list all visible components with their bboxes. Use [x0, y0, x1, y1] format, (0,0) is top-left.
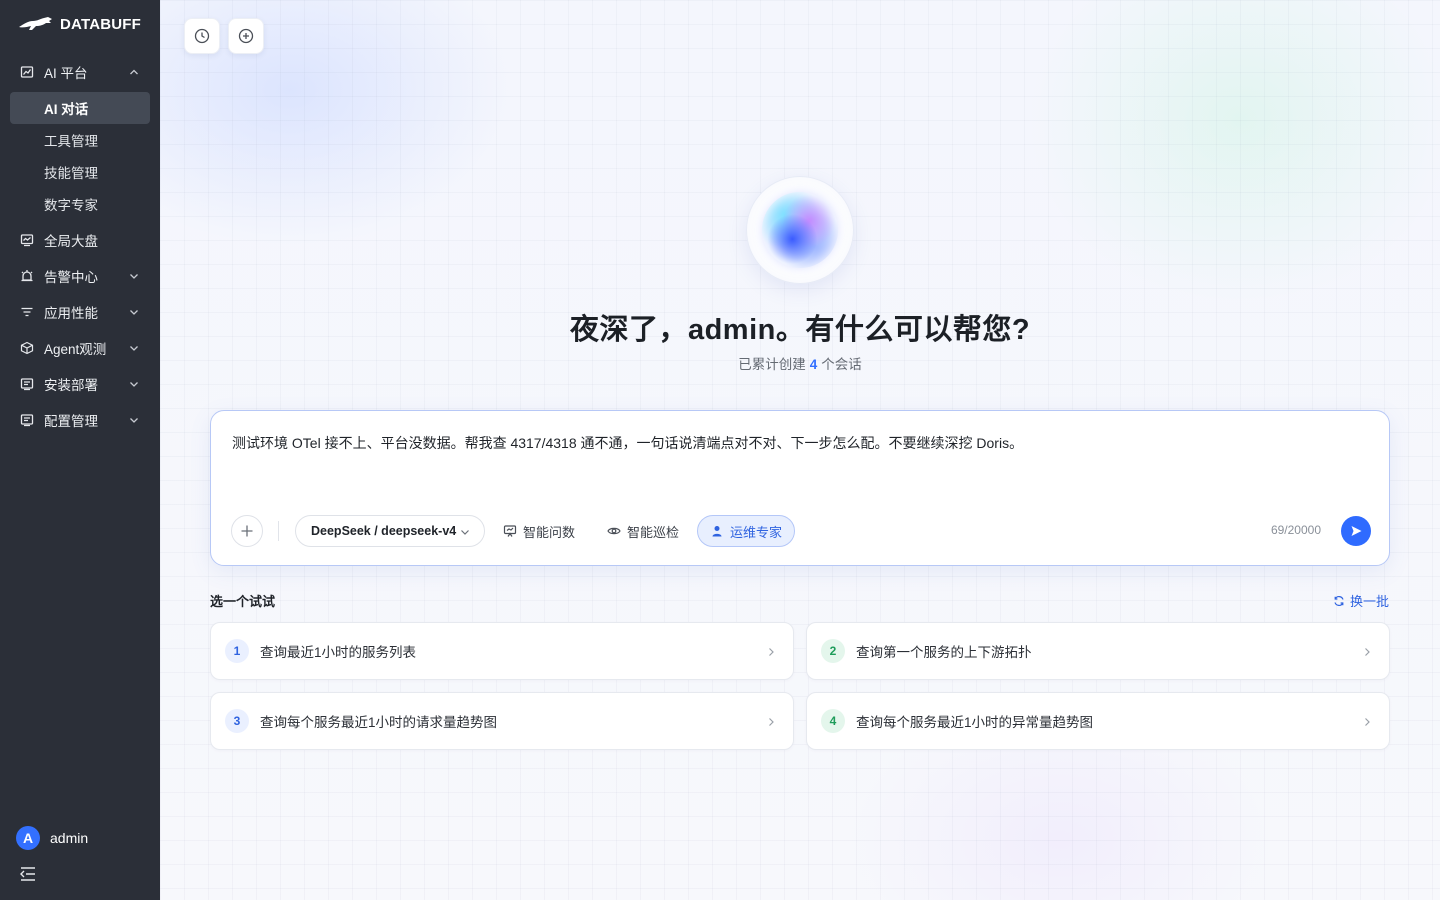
refresh-label: 换一批 — [1349, 594, 1389, 609]
nav-group-label: 应用性能 — [44, 306, 98, 321]
chip-smart-inspection[interactable]: 智能巡检 — [595, 515, 691, 547]
sidebar-item-label: 数字专家 — [44, 198, 98, 213]
eye-icon — [607, 524, 621, 538]
plus-circle-icon — [238, 28, 254, 44]
clock-icon — [194, 28, 210, 44]
panther-logo-icon — [19, 17, 52, 30]
sidebar: DATABUFF AI 平台 AI 对话 工具管理 技能管理 数字专家 全局大盘… — [0, 0, 160, 900]
nav-group-label: 配置管理 — [44, 414, 98, 429]
suggestion-text: 查询每个服务最近1小时的异常量趋势图 — [856, 715, 1094, 730]
chevron-down-icon — [130, 418, 138, 423]
ai-orb-core — [762, 192, 838, 268]
sidebar-item-label: AI 对话 — [44, 102, 89, 117]
suggestion-number: 2 — [821, 639, 845, 663]
send-icon — [1351, 526, 1362, 536]
nav-group-agent-observe[interactable]: Agent观测 — [0, 330, 160, 366]
sidebar-item-ai-chat[interactable]: AI 对话 — [10, 92, 150, 124]
nav-group-global-dashboard[interactable]: 全局大盘 — [0, 222, 160, 258]
session-count-suffix: 个会话 — [821, 357, 862, 372]
user-icon — [710, 524, 724, 538]
session-count-prefix: 已累计创建 — [738, 357, 806, 372]
chevron-right-icon — [1365, 718, 1370, 726]
sidebar-item-label: 工具管理 — [44, 134, 98, 149]
nav-group-app-performance[interactable]: 应用性能 — [0, 294, 160, 330]
model-select-value: DeepSeek / deepseek-v4 — [311, 524, 457, 538]
suggestion-number: 3 — [225, 709, 249, 733]
doc-list-icon — [20, 377, 34, 391]
suggestion-card-4[interactable]: 4 查询每个服务最近1小时的异常量趋势图 — [806, 692, 1390, 750]
suggestion-card-3[interactable]: 3 查询每个服务最近1小时的请求量趋势图 — [210, 692, 794, 750]
ai-orb — [746, 176, 854, 284]
history-button[interactable] — [184, 18, 220, 54]
nav-group-config[interactable]: 配置管理 — [0, 402, 160, 438]
nav-group-install-deploy[interactable]: 安装部署 — [0, 366, 160, 402]
composer-divider — [278, 521, 279, 541]
nav-group-label: 全局大盘 — [44, 234, 98, 249]
dashboard-icon — [20, 233, 34, 247]
chevron-right-icon — [769, 648, 774, 656]
chevron-down-icon — [461, 530, 469, 535]
sidebar-item-skills[interactable]: 技能管理 — [10, 156, 150, 188]
cube-icon — [20, 341, 34, 355]
filter-lines-icon — [20, 305, 34, 319]
suggestion-number: 1 — [225, 639, 249, 663]
greeting-title: 夜深了，admin。有什么可以帮您? — [569, 314, 1031, 346]
suggestions-title: 选一个试试 — [210, 594, 276, 609]
new-chat-button[interactable] — [228, 18, 264, 54]
user-name: admin — [50, 830, 89, 846]
nav-group-label: AI 平台 — [44, 66, 88, 81]
chevron-down-icon — [130, 382, 138, 387]
suggestion-card-2[interactable]: 2 查询第一个服务的上下游拓扑 — [806, 622, 1390, 680]
chevron-down-icon — [130, 310, 138, 315]
suggestion-text: 查询第一个服务的上下游拓扑 — [856, 645, 1032, 660]
refresh-suggestions-button[interactable]: 换一批 — [1333, 591, 1389, 610]
suggestion-number: 4 — [821, 709, 845, 733]
chip-label: 运维专家 — [730, 524, 783, 540]
chart-board-icon — [503, 524, 517, 538]
suggestion-text: 查询最近1小时的服务列表 — [260, 645, 417, 660]
nav-group-label: Agent观测 — [44, 342, 107, 357]
send-button[interactable] — [1341, 516, 1371, 546]
ai-chart-icon — [20, 65, 34, 79]
nav-group-ai-platform[interactable]: AI 平台 — [0, 54, 160, 90]
avatar: A — [16, 826, 40, 850]
session-count-value: 4 — [809, 357, 818, 372]
chevron-right-icon — [1365, 648, 1370, 656]
chevron-up-icon — [130, 69, 138, 75]
plus-icon — [241, 525, 253, 537]
brand-logo[interactable]: DATABUFF — [18, 12, 141, 36]
char-counter: 69/20000 — [1270, 523, 1321, 537]
attach-button[interactable] — [231, 515, 263, 547]
chip-smart-query[interactable]: 智能问数 — [491, 515, 587, 547]
sidebar-item-digital-expert[interactable]: 数字专家 — [10, 188, 150, 220]
user-profile[interactable]: A admin — [16, 826, 88, 850]
nav-group-label: 告警中心 — [44, 270, 98, 285]
alarm-icon — [20, 269, 34, 283]
chevron-down-icon — [130, 274, 138, 279]
refresh-icon — [1334, 595, 1344, 606]
settings-doc-icon — [20, 413, 34, 427]
suggestion-card-1[interactable]: 1 查询最近1小时的服务列表 — [210, 622, 794, 680]
chevron-down-icon — [130, 346, 138, 351]
nav-group-alarm-center[interactable]: 告警中心 — [0, 258, 160, 294]
chat-composer: 测试环境 OTel 接不上、平台没数据。帮我查 4317/4318 通不通，一句… — [210, 410, 1390, 566]
brand-name: DATABUFF — [60, 15, 142, 33]
chat-input[interactable]: 测试环境 OTel 接不上、平台没数据。帮我查 4317/4318 通不通，一句… — [232, 433, 1362, 453]
collapse-sidebar-icon[interactable] — [19, 866, 37, 882]
chip-label: 智能问数 — [523, 524, 576, 540]
chip-label: 智能巡检 — [627, 524, 680, 540]
model-select[interactable]: DeepSeek / deepseek-v4 — [295, 515, 485, 547]
nav-group-label: 安装部署 — [44, 378, 98, 393]
suggestion-text: 查询每个服务最近1小时的请求量趋势图 — [260, 715, 498, 730]
sidebar-item-tools[interactable]: 工具管理 — [10, 124, 150, 156]
sidebar-item-label: 技能管理 — [44, 166, 98, 181]
chevron-right-icon — [769, 718, 774, 726]
session-count: 已累计创建 4 个会话 — [160, 353, 1440, 373]
chip-ops-expert[interactable]: 运维专家 — [697, 515, 796, 547]
main-area: 夜深了，admin。有什么可以帮您? 已累计创建 4 个会话 测试环境 OTel 接… — [160, 0, 1440, 900]
